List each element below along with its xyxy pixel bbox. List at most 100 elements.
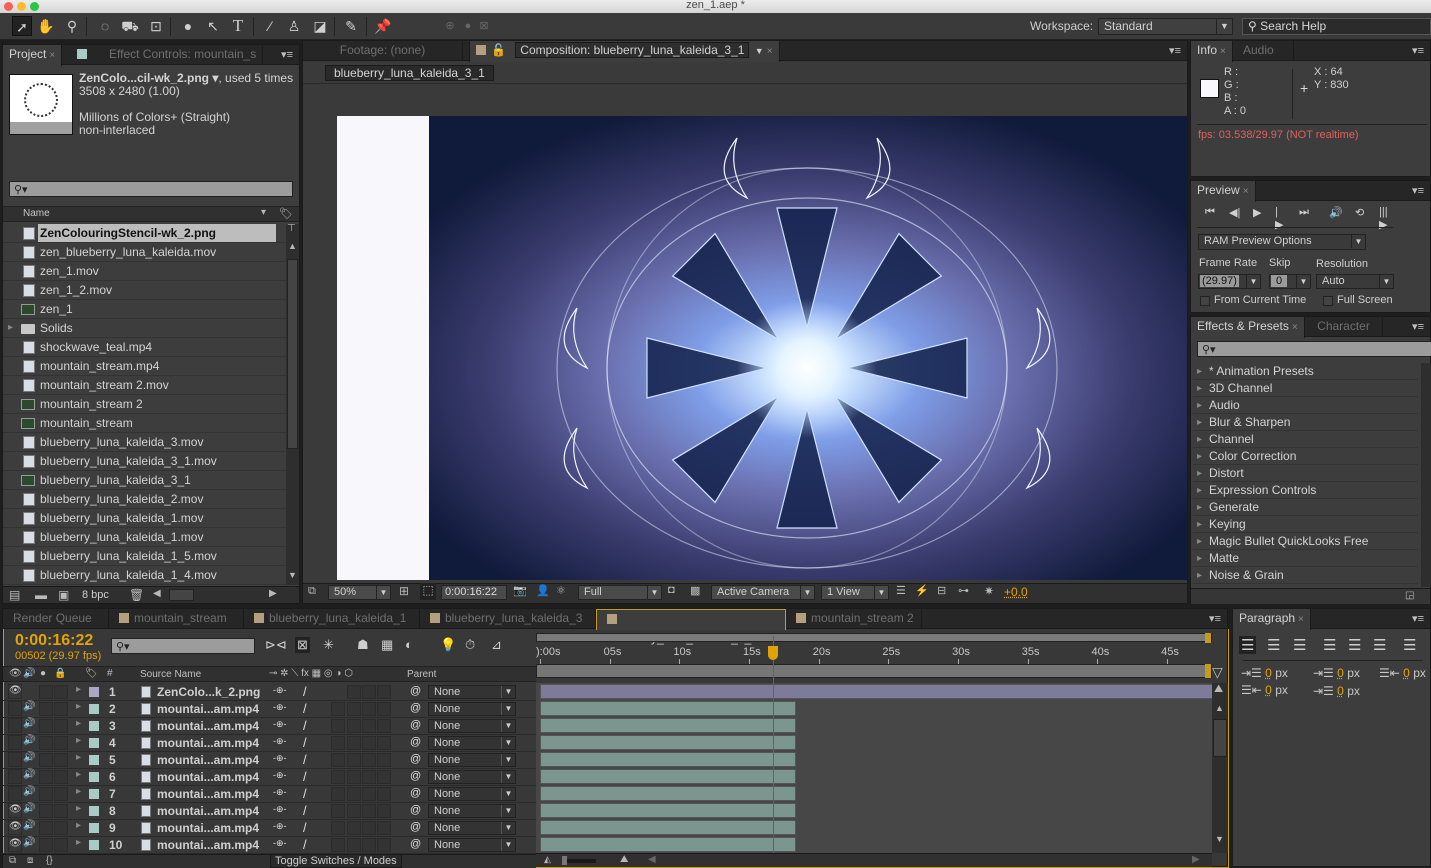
graph-editor-icon[interactable]: ⊿ — [491, 637, 502, 653]
indent-right-field[interactable]: ☰⇤ 0 px — [1379, 666, 1426, 680]
comp-marker-bin-icon[interactable]: ▽ — [1212, 664, 1223, 681]
project-item[interactable]: blueberry_luna_kaleida_1_5.mov — [3, 547, 286, 566]
effects-category[interactable]: Magic Bullet QuickLooks Free — [1193, 533, 1418, 550]
parent-select[interactable]: None ▼ — [428, 685, 516, 699]
tab-footage[interactable]: Footage: (none) — [303, 41, 463, 61]
quality-switch[interactable]: / — [303, 752, 307, 767]
parent-select[interactable]: None ▼ — [428, 821, 516, 835]
exposure-icon[interactable]: ✷ — [984, 584, 994, 598]
layer-row[interactable]: 🔊 ▸ 2 mountai...am.mp4 -⊕- / @ None ▼ — [3, 701, 536, 718]
expand-layer-icon[interactable]: ▸ — [76, 684, 81, 695]
frame-rate-select[interactable]: (29.97) ▼ — [1198, 274, 1261, 289]
solo-toggle[interactable] — [39, 685, 53, 699]
layer-label-color[interactable] — [89, 755, 99, 765]
work-area-bar[interactable] — [536, 633, 1212, 642]
sort-chevron-icon[interactable]: ▾ — [261, 207, 266, 218]
project-scrollbar[interactable]: ⊤ ▲ ▼ — [286, 223, 299, 585]
layer-row[interactable]: 👁 🔊 ▸ 8 mountai...am.mp4 -⊕- / @ None ▼ — [3, 803, 536, 820]
quality-switch[interactable]: / — [303, 718, 307, 733]
lock-toggle[interactable] — [54, 770, 68, 784]
project-item[interactable]: blueberry_luna_kaleida_3_1 — [3, 471, 286, 490]
fx-switch[interactable] — [331, 736, 345, 750]
effects-category[interactable]: Expression Controls — [1193, 482, 1418, 499]
lock-toggle[interactable] — [54, 838, 68, 852]
3d-layer-switch[interactable] — [377, 838, 391, 852]
layer-label-color[interactable] — [89, 840, 99, 850]
audio-toggle[interactable]: 🔊 — [23, 803, 37, 818]
3d-layer-switch[interactable] — [377, 719, 391, 733]
adjustment-layer-switch[interactable] — [362, 702, 376, 716]
project-item[interactable]: zen_1 — [3, 300, 286, 319]
pick-whip-icon[interactable]: @ — [410, 719, 421, 731]
effects-category[interactable]: Noise & Grain — [1193, 567, 1418, 584]
fx-switch[interactable] — [331, 821, 345, 835]
motion-blur-switch[interactable] — [347, 804, 361, 818]
panel-menu-icon[interactable]: ▾≡ — [1169, 44, 1181, 57]
fx-switch[interactable] — [331, 719, 345, 733]
parent-select[interactable]: None ▼ — [428, 838, 516, 852]
shy-switch[interactable]: -⊕- — [273, 685, 287, 696]
audio-toggle[interactable]: 🔊 — [23, 820, 37, 835]
timeline-tab[interactable]: blueberry_luna_kaleida_1 — [244, 609, 420, 629]
zoom-slider-thumb[interactable] — [562, 856, 567, 865]
panel-menu-icon[interactable]: ▾≡ — [1412, 612, 1424, 625]
pick-whip-icon[interactable]: @ — [410, 787, 421, 799]
lock-toggle[interactable] — [54, 719, 68, 733]
fx-switch[interactable] — [331, 770, 345, 784]
resolution-select[interactable]: Auto ▼ — [1316, 274, 1394, 289]
video-visibility-toggle[interactable]: 👁 — [8, 803, 22, 818]
video-visibility-toggle[interactable] — [8, 735, 22, 750]
type-tool-icon[interactable]: T — [228, 16, 248, 36]
trash-icon[interactable]: 🗑 — [129, 588, 144, 602]
scroll-left-icon[interactable]: ◀ — [648, 854, 656, 865]
scroll-right-icon[interactable]: ▶ — [1192, 854, 1200, 865]
timeline-zoom-slider[interactable] — [562, 859, 596, 863]
selection-tool-icon[interactable]: ➚ — [12, 16, 32, 36]
effects-category[interactable]: * Animation Presets — [1193, 363, 1418, 380]
effects-search-input[interactable]: ⚲▾ — [1197, 341, 1431, 357]
current-time-display[interactable]: 0:00:16:22 — [441, 585, 507, 600]
3d-layer-switch[interactable] — [377, 770, 391, 784]
title-action-safe-icon[interactable]: ⊞ — [399, 584, 409, 598]
timeline-tab[interactable]: blueberry_luna_kaleida_3 — [420, 609, 596, 629]
solo-toggle[interactable] — [39, 736, 53, 750]
effects-category[interactable]: Color Correction — [1193, 448, 1418, 465]
toggle-pixel-aspect-icon[interactable]: ☰ — [896, 584, 906, 597]
lock-toggle[interactable] — [54, 685, 68, 699]
project-item[interactable]: zen_1.mov — [3, 262, 286, 281]
layer-source-name[interactable]: ZenColo...k_2.png — [157, 685, 260, 699]
hand-tool-icon[interactable]: ✋ — [36, 16, 56, 36]
project-item[interactable]: zen_1_2.mov — [3, 281, 286, 300]
transfer-controls-toggle-icon[interactable]: ⧈ — [27, 855, 33, 866]
motion-blur-switch[interactable] — [347, 736, 361, 750]
clone-stamp-tool-icon[interactable]: ♙ — [284, 16, 304, 36]
fast-previews-icon[interactable]: ⚡ — [915, 584, 929, 597]
solo-toggle[interactable] — [39, 702, 53, 716]
show-snapshot-icon[interactable]: 👤 — [536, 584, 550, 597]
video-visibility-toggle[interactable]: 👁 — [8, 837, 22, 852]
frame-blending-icon[interactable]: ▦ — [381, 637, 393, 653]
view-layout-select[interactable]: 1 View ▼ — [821, 585, 889, 600]
previous-frame-icon[interactable]: ◀| — [1229, 206, 1240, 219]
audio-toggle[interactable]: 🔊 — [23, 752, 37, 767]
project-item[interactable]: mountain_stream 2 — [3, 395, 286, 414]
region-of-interest-icon[interactable]: ◘ — [668, 584, 675, 596]
timeline-tab[interactable]: blueberry_luna_kaleida_3_1× — [596, 609, 786, 645]
layer-row[interactable]: 🔊 ▸ 6 mountai...am.mp4 -⊕- / @ None ▼ — [3, 769, 536, 786]
navigator-end-handle[interactable] — [1205, 664, 1211, 678]
flowchart-icon[interactable]: ⊶ — [958, 584, 969, 597]
layer-duration-bar[interactable] — [540, 701, 797, 716]
pick-whip-icon[interactable]: @ — [410, 821, 421, 833]
pick-whip-icon[interactable]: @ — [410, 702, 421, 714]
rgb-channel-icon[interactable]: ⚛ — [556, 584, 566, 597]
panel-menu-icon[interactable]: ▾≡ — [281, 48, 293, 61]
project-search-input[interactable]: ⚲▾ — [9, 181, 293, 197]
tab-character[interactable]: Character — [1305, 317, 1383, 337]
expand-layer-icon[interactable]: ▸ — [76, 803, 81, 814]
fx-switch[interactable] — [331, 787, 345, 801]
project-item[interactable]: ▸ Solids — [3, 319, 286, 338]
layer-label-color[interactable] — [89, 823, 99, 833]
roto-brush-tool-icon[interactable]: ✎ — [341, 16, 361, 36]
parent-select[interactable]: None ▼ — [428, 702, 516, 716]
tab-effect-controls[interactable]: Effect Controls: mountain_s — [71, 45, 264, 65]
